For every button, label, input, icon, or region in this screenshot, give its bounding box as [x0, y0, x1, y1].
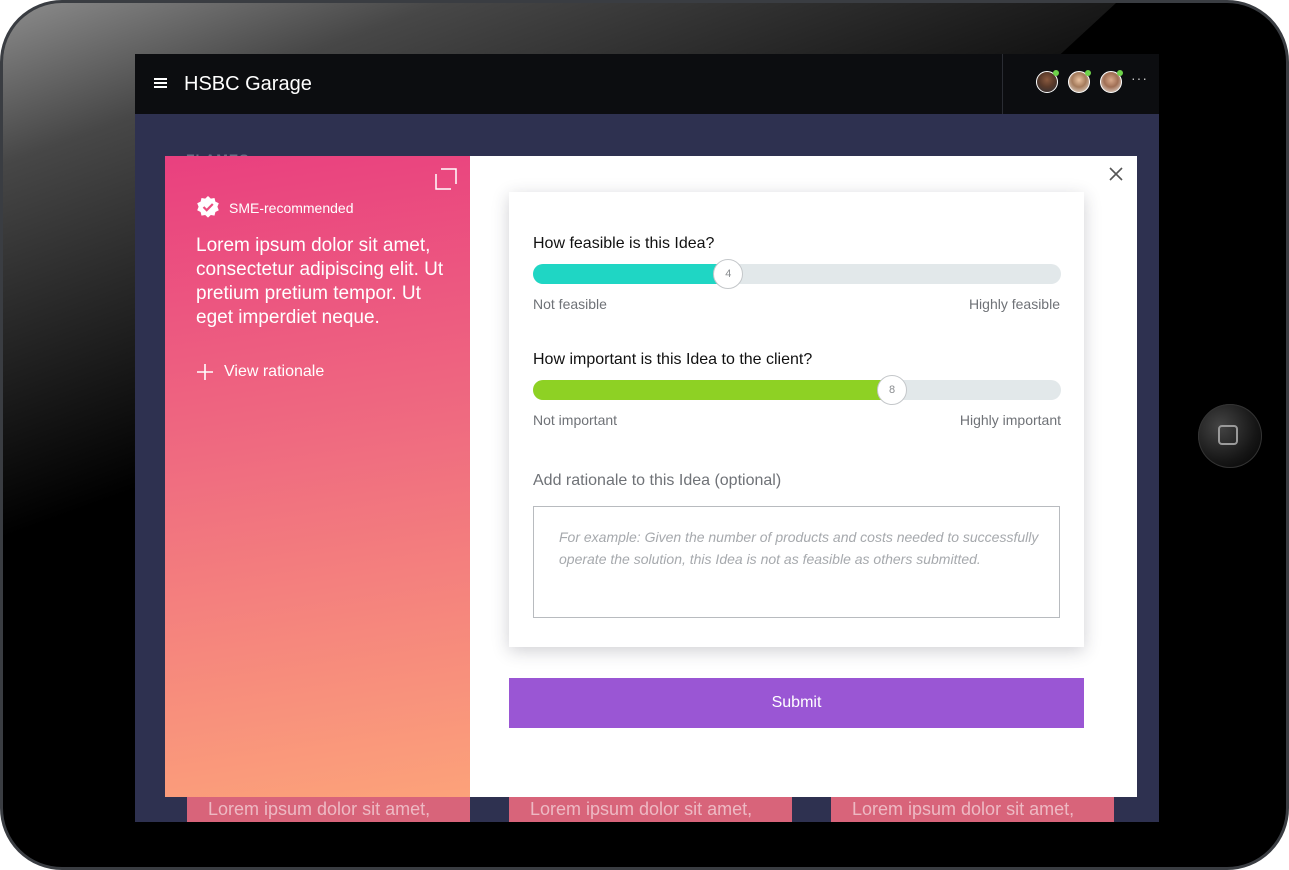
importance-question: How important is this Idea to the client…: [533, 351, 813, 368]
idea-panel: SME-recommended Lorem ipsum dolor sit am…: [165, 156, 470, 797]
feasibility-min-label: Not feasible: [533, 296, 607, 312]
top-bar: HSBC Garage ···: [135, 54, 1159, 114]
rationale-label: Add rationale to this Idea (optional): [533, 472, 782, 489]
plus-icon[interactable]: [196, 363, 214, 381]
app-title: HSBC Garage: [184, 73, 312, 95]
rationale-textarea[interactable]: For example: Given the number of product…: [533, 506, 1060, 618]
user-avatar-2[interactable]: [1068, 70, 1091, 93]
importance-slider[interactable]: 8: [533, 375, 1061, 405]
feasibility-slider-fill: [533, 264, 729, 284]
rationale-placeholder: For example: Given the number of product…: [559, 529, 1039, 567]
background-idea-card[interactable]: Lorem ipsum dolor sit amet, consectetur …: [509, 794, 792, 822]
view-rationale-link[interactable]: View rationale: [224, 363, 324, 381]
importance-slider-thumb[interactable]: 8: [877, 375, 908, 405]
rating-card: How feasible is this Idea? 4 Not feasibl…: [509, 192, 1084, 647]
sme-badge-label: SME-recommended: [229, 200, 354, 216]
feasibility-question: How feasible is this Idea?: [533, 235, 715, 252]
submit-button[interactable]: Submit: [509, 678, 1084, 728]
background-card-text: Lorem ipsum dolor sit amet, consectetur …: [852, 799, 1075, 822]
more-options-icon[interactable]: ···: [1131, 70, 1148, 86]
tablet-frame: HSBC Garage ··· FLAMES Lorem ipsum dolor…: [0, 0, 1289, 870]
importance-slider-fill: [533, 380, 893, 400]
menu-icon[interactable]: [154, 78, 167, 88]
idea-text: Lorem ipsum dolor sit amet, consectetur …: [196, 235, 444, 328]
background-idea-card[interactable]: Lorem ipsum dolor sit amet, consectetur …: [831, 794, 1114, 822]
verified-badge-icon: [197, 196, 219, 218]
importance-max-label: Highly important: [959, 412, 1061, 428]
background-card-text: Lorem ipsum dolor sit amet, consectetur …: [530, 799, 753, 822]
background-idea-card[interactable]: Lorem ipsum dolor sit amet, consectetur …: [187, 794, 470, 822]
close-icon[interactable]: [1108, 166, 1124, 182]
background-card-text: Lorem ipsum dolor sit amet, consectetur …: [208, 799, 431, 822]
feasibility-max-label: Highly feasible: [968, 296, 1060, 312]
user-avatar-3[interactable]: [1100, 70, 1123, 93]
importance-min-label: Not important: [533, 412, 618, 428]
topbar-divider: [1002, 54, 1003, 114]
home-button[interactable]: [1198, 404, 1262, 468]
expand-icon[interactable]: [435, 168, 457, 190]
feasibility-slider[interactable]: 4: [533, 259, 1061, 289]
user-avatar-1[interactable]: [1036, 70, 1059, 93]
feasibility-slider-thumb[interactable]: 4: [713, 259, 744, 289]
rating-modal: SME-recommended Lorem ipsum dolor sit am…: [165, 156, 1137, 797]
